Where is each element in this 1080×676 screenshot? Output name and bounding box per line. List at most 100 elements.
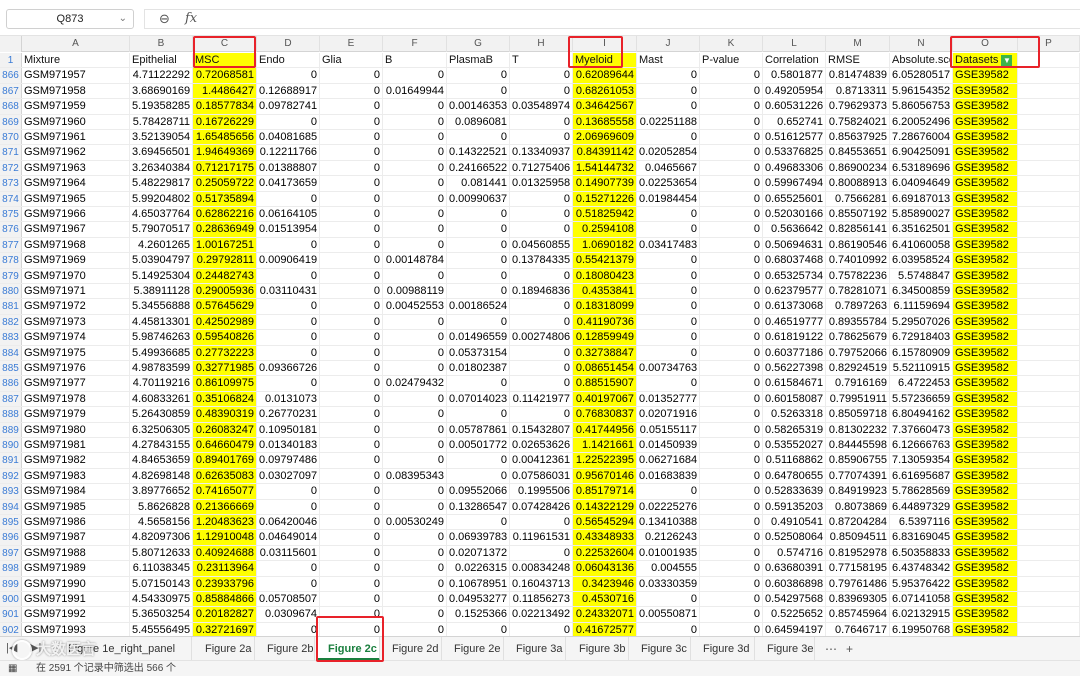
table-cell[interactable]: 0 bbox=[510, 376, 573, 391]
table-cell[interactable]: 0.54297568 bbox=[763, 592, 826, 607]
table-cell[interactable]: 6.41060058 bbox=[890, 237, 953, 253]
row-number[interactable]: 886 bbox=[0, 376, 22, 391]
table-cell[interactable]: 0.62862216 bbox=[193, 207, 257, 222]
table-cell[interactable]: GSM971976 bbox=[22, 361, 130, 376]
table-cell[interactable]: 0.85637925 bbox=[826, 130, 890, 145]
table-cell[interactable]: 0 bbox=[320, 361, 383, 376]
table-cell[interactable]: 0.07014023 bbox=[447, 391, 510, 407]
table-cell[interactable]: 0.46519777 bbox=[763, 314, 826, 330]
column-header-d[interactable]: D bbox=[257, 36, 320, 52]
table-cell[interactable]: 0.04560855 bbox=[510, 237, 573, 253]
table-cell[interactable]: 0.74165077 bbox=[193, 484, 257, 499]
table-cell[interactable]: 0 bbox=[320, 191, 383, 206]
table-cell[interactable]: 0 bbox=[320, 237, 383, 253]
table-cell[interactable]: 0.0465667 bbox=[637, 160, 700, 176]
table-cell[interactable]: 0.32738847 bbox=[573, 345, 637, 360]
column-header-g[interactable]: G bbox=[447, 36, 510, 52]
table-cell[interactable]: 0.27732223 bbox=[193, 345, 257, 360]
table-cell[interactable]: 0.04173659 bbox=[257, 176, 320, 191]
table-cell[interactable]: 0.59135203 bbox=[763, 499, 826, 514]
table-cell[interactable]: 0.64594197 bbox=[763, 622, 826, 636]
row-number[interactable]: 874 bbox=[0, 191, 22, 206]
table-cell[interactable]: GSE39582 bbox=[953, 468, 1018, 484]
table-cell[interactable]: GSM971958 bbox=[22, 83, 130, 99]
table-cell[interactable]: 0 bbox=[320, 345, 383, 360]
table-cell[interactable]: 0 bbox=[447, 237, 510, 253]
row-number[interactable]: 873 bbox=[0, 176, 22, 191]
table-cell[interactable]: 0.21366669 bbox=[193, 499, 257, 514]
table-cell[interactable]: 0.16043713 bbox=[510, 576, 573, 591]
table-cell[interactable]: 3.26340384 bbox=[130, 160, 193, 176]
table-cell[interactable]: 0.13286547 bbox=[447, 499, 510, 514]
table-cell[interactable]: 0 bbox=[383, 438, 447, 453]
table-cell[interactable]: 0.50694631 bbox=[763, 237, 826, 253]
table-cell[interactable]: GSM971978 bbox=[22, 391, 130, 407]
table-cell[interactable]: GSE39582 bbox=[953, 222, 1018, 237]
table-cell[interactable]: GSE39582 bbox=[953, 607, 1018, 622]
table-cell[interactable]: 0.79752066 bbox=[826, 345, 890, 360]
table-cell[interactable]: GSM971981 bbox=[22, 438, 130, 453]
table-cell[interactable]: 0.22532604 bbox=[573, 545, 637, 561]
table-cell[interactable]: GSM971964 bbox=[22, 176, 130, 191]
table-cell[interactable]: 3.52139054 bbox=[130, 130, 193, 145]
table-cell[interactable] bbox=[1018, 391, 1080, 407]
table-cell[interactable]: GSM971983 bbox=[22, 468, 130, 484]
table-cell[interactable] bbox=[1018, 438, 1080, 453]
table-cell[interactable]: 0 bbox=[383, 453, 447, 468]
column-title-cell[interactable]: Absolute.sco bbox=[890, 53, 953, 68]
table-cell[interactable]: 6.61695687 bbox=[890, 468, 953, 484]
table-cell[interactable]: 0 bbox=[383, 130, 447, 145]
row-number[interactable]: 896 bbox=[0, 530, 22, 545]
table-cell[interactable]: 5.52110915 bbox=[890, 361, 953, 376]
table-cell[interactable]: 0 bbox=[257, 330, 320, 345]
table-cell[interactable]: GSM971969 bbox=[22, 253, 130, 268]
table-cell[interactable]: 0.49683306 bbox=[763, 160, 826, 176]
table-cell[interactable]: 4.71122292 bbox=[130, 68, 193, 83]
table-cell[interactable]: 0 bbox=[637, 207, 700, 222]
table-cell[interactable] bbox=[1018, 468, 1080, 484]
table-cell[interactable]: 4.84653659 bbox=[130, 453, 193, 468]
table-cell[interactable]: 0.08395343 bbox=[383, 468, 447, 484]
name-box[interactable]: Q873 ⌄ bbox=[6, 9, 134, 29]
table-cell[interactable]: 0.00550871 bbox=[637, 607, 700, 622]
table-cell[interactable] bbox=[1018, 68, 1080, 83]
table-cell[interactable]: GSM971960 bbox=[22, 114, 130, 129]
table-cell[interactable]: 0 bbox=[447, 515, 510, 530]
column-title-cell[interactable]: Correlation bbox=[763, 53, 826, 68]
row-number[interactable]: 894 bbox=[0, 499, 22, 514]
table-cell[interactable]: 0.63680391 bbox=[763, 561, 826, 576]
table-cell[interactable]: 3.69456501 bbox=[130, 145, 193, 160]
table-cell[interactable]: GSE39582 bbox=[953, 407, 1018, 422]
table-cell[interactable]: 0.06271684 bbox=[637, 453, 700, 468]
table-cell[interactable]: 0 bbox=[383, 160, 447, 176]
table-cell[interactable]: 0.60377186 bbox=[763, 345, 826, 360]
table-cell[interactable]: 0.53552027 bbox=[763, 438, 826, 453]
table-cell[interactable]: 0.11961531 bbox=[510, 530, 573, 545]
tab-figure-3a[interactable]: Figure 3a bbox=[506, 637, 566, 661]
table-cell[interactable]: 0 bbox=[700, 561, 763, 576]
table-cell[interactable]: GSE39582 bbox=[953, 114, 1018, 129]
table-cell[interactable]: 1.1421661 bbox=[573, 438, 637, 453]
table-cell[interactable]: 0 bbox=[637, 314, 700, 330]
table-cell[interactable]: 0 bbox=[700, 422, 763, 437]
row-number[interactable]: 882 bbox=[0, 314, 22, 330]
formula-input[interactable]: ⊖ fx bbox=[144, 9, 1080, 29]
row-number[interactable]: 902 bbox=[0, 622, 22, 636]
table-cell[interactable]: 0 bbox=[383, 268, 447, 283]
table-cell[interactable]: 0 bbox=[383, 576, 447, 591]
table-cell[interactable]: 0.13340937 bbox=[510, 145, 573, 160]
table-cell[interactable]: 0.26770231 bbox=[257, 407, 320, 422]
table-cell[interactable]: 0.01388807 bbox=[257, 160, 320, 176]
table-cell[interactable] bbox=[1018, 222, 1080, 237]
table-cell[interactable] bbox=[1018, 83, 1080, 99]
table-cell[interactable]: GSE39582 bbox=[953, 314, 1018, 330]
table-cell[interactable]: 0 bbox=[700, 99, 763, 114]
table-cell[interactable]: 0.51735894 bbox=[193, 191, 257, 206]
table-cell[interactable]: 0.41744956 bbox=[573, 422, 637, 437]
table-cell[interactable] bbox=[1018, 237, 1080, 253]
row-number[interactable]: 868 bbox=[0, 99, 22, 114]
table-cell[interactable]: 0 bbox=[320, 499, 383, 514]
table-cell[interactable]: 0.24166522 bbox=[447, 160, 510, 176]
table-cell[interactable] bbox=[1018, 284, 1080, 299]
table-cell[interactable]: 0.03417483 bbox=[637, 237, 700, 253]
